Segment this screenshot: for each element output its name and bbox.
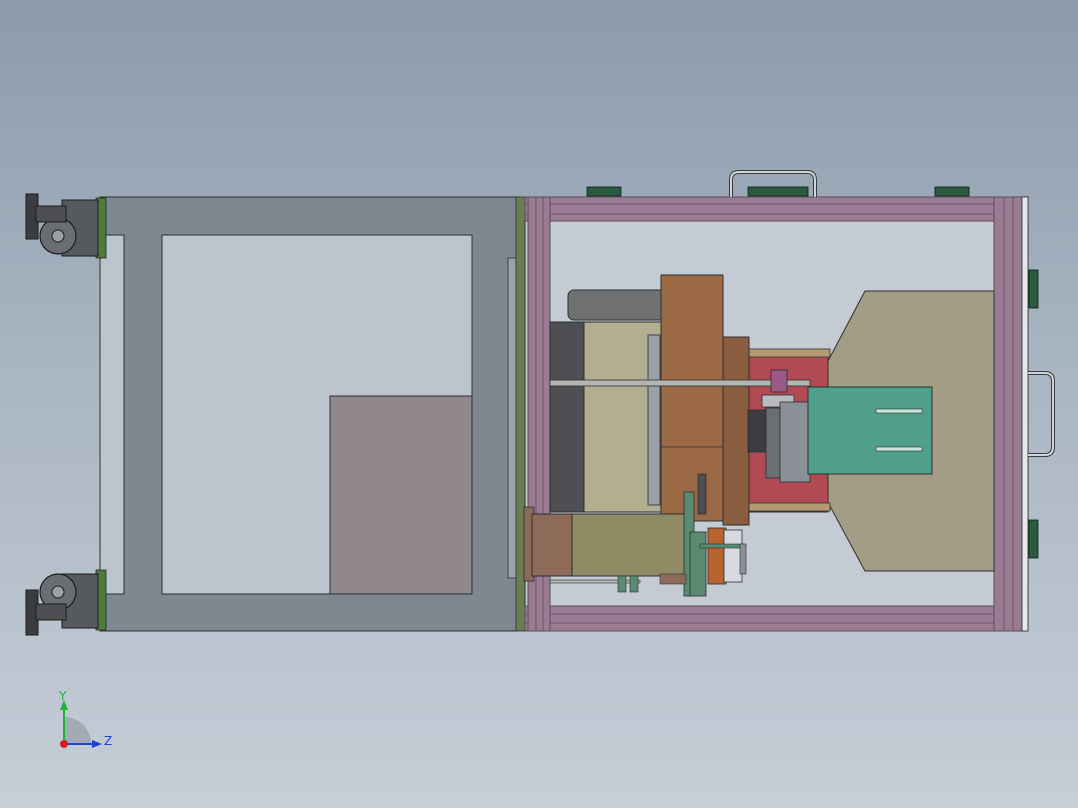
triad-z-label: Z [104, 734, 112, 748]
copper-disc[interactable] [660, 274, 724, 522]
triad-y-label: Y [58, 689, 67, 703]
brown-block[interactable] [531, 513, 573, 577]
orientation-triad: Y Z [58, 689, 112, 748]
rail-top[interactable] [524, 196, 1029, 222]
triad-sector [64, 717, 91, 744]
caster-bottom[interactable] [25, 569, 107, 636]
cad-model-scene[interactable]: Y Z [0, 0, 1078, 808]
olive-cylinder[interactable] [571, 513, 691, 577]
rail-bottom[interactable] [524, 605, 1029, 632]
cad-viewport[interactable]: Y Z [0, 0, 1078, 808]
mauve-box[interactable] [329, 395, 473, 595]
bowl-dark-band [549, 321, 585, 513]
shaft-clamp[interactable] [770, 369, 788, 393]
triad-x-axis [60, 740, 68, 748]
handle-right[interactable] [1028, 371, 1055, 457]
rail-right[interactable] [993, 196, 1023, 632]
teal-block[interactable] [807, 386, 933, 475]
caster-top[interactable] [25, 193, 107, 259]
orange-block[interactable] [707, 527, 727, 585]
copper-hub [722, 336, 750, 526]
motor-cap [567, 289, 669, 321]
left-frame-side-gap [99, 234, 125, 595]
left-base-frame[interactable] [99, 196, 526, 632]
